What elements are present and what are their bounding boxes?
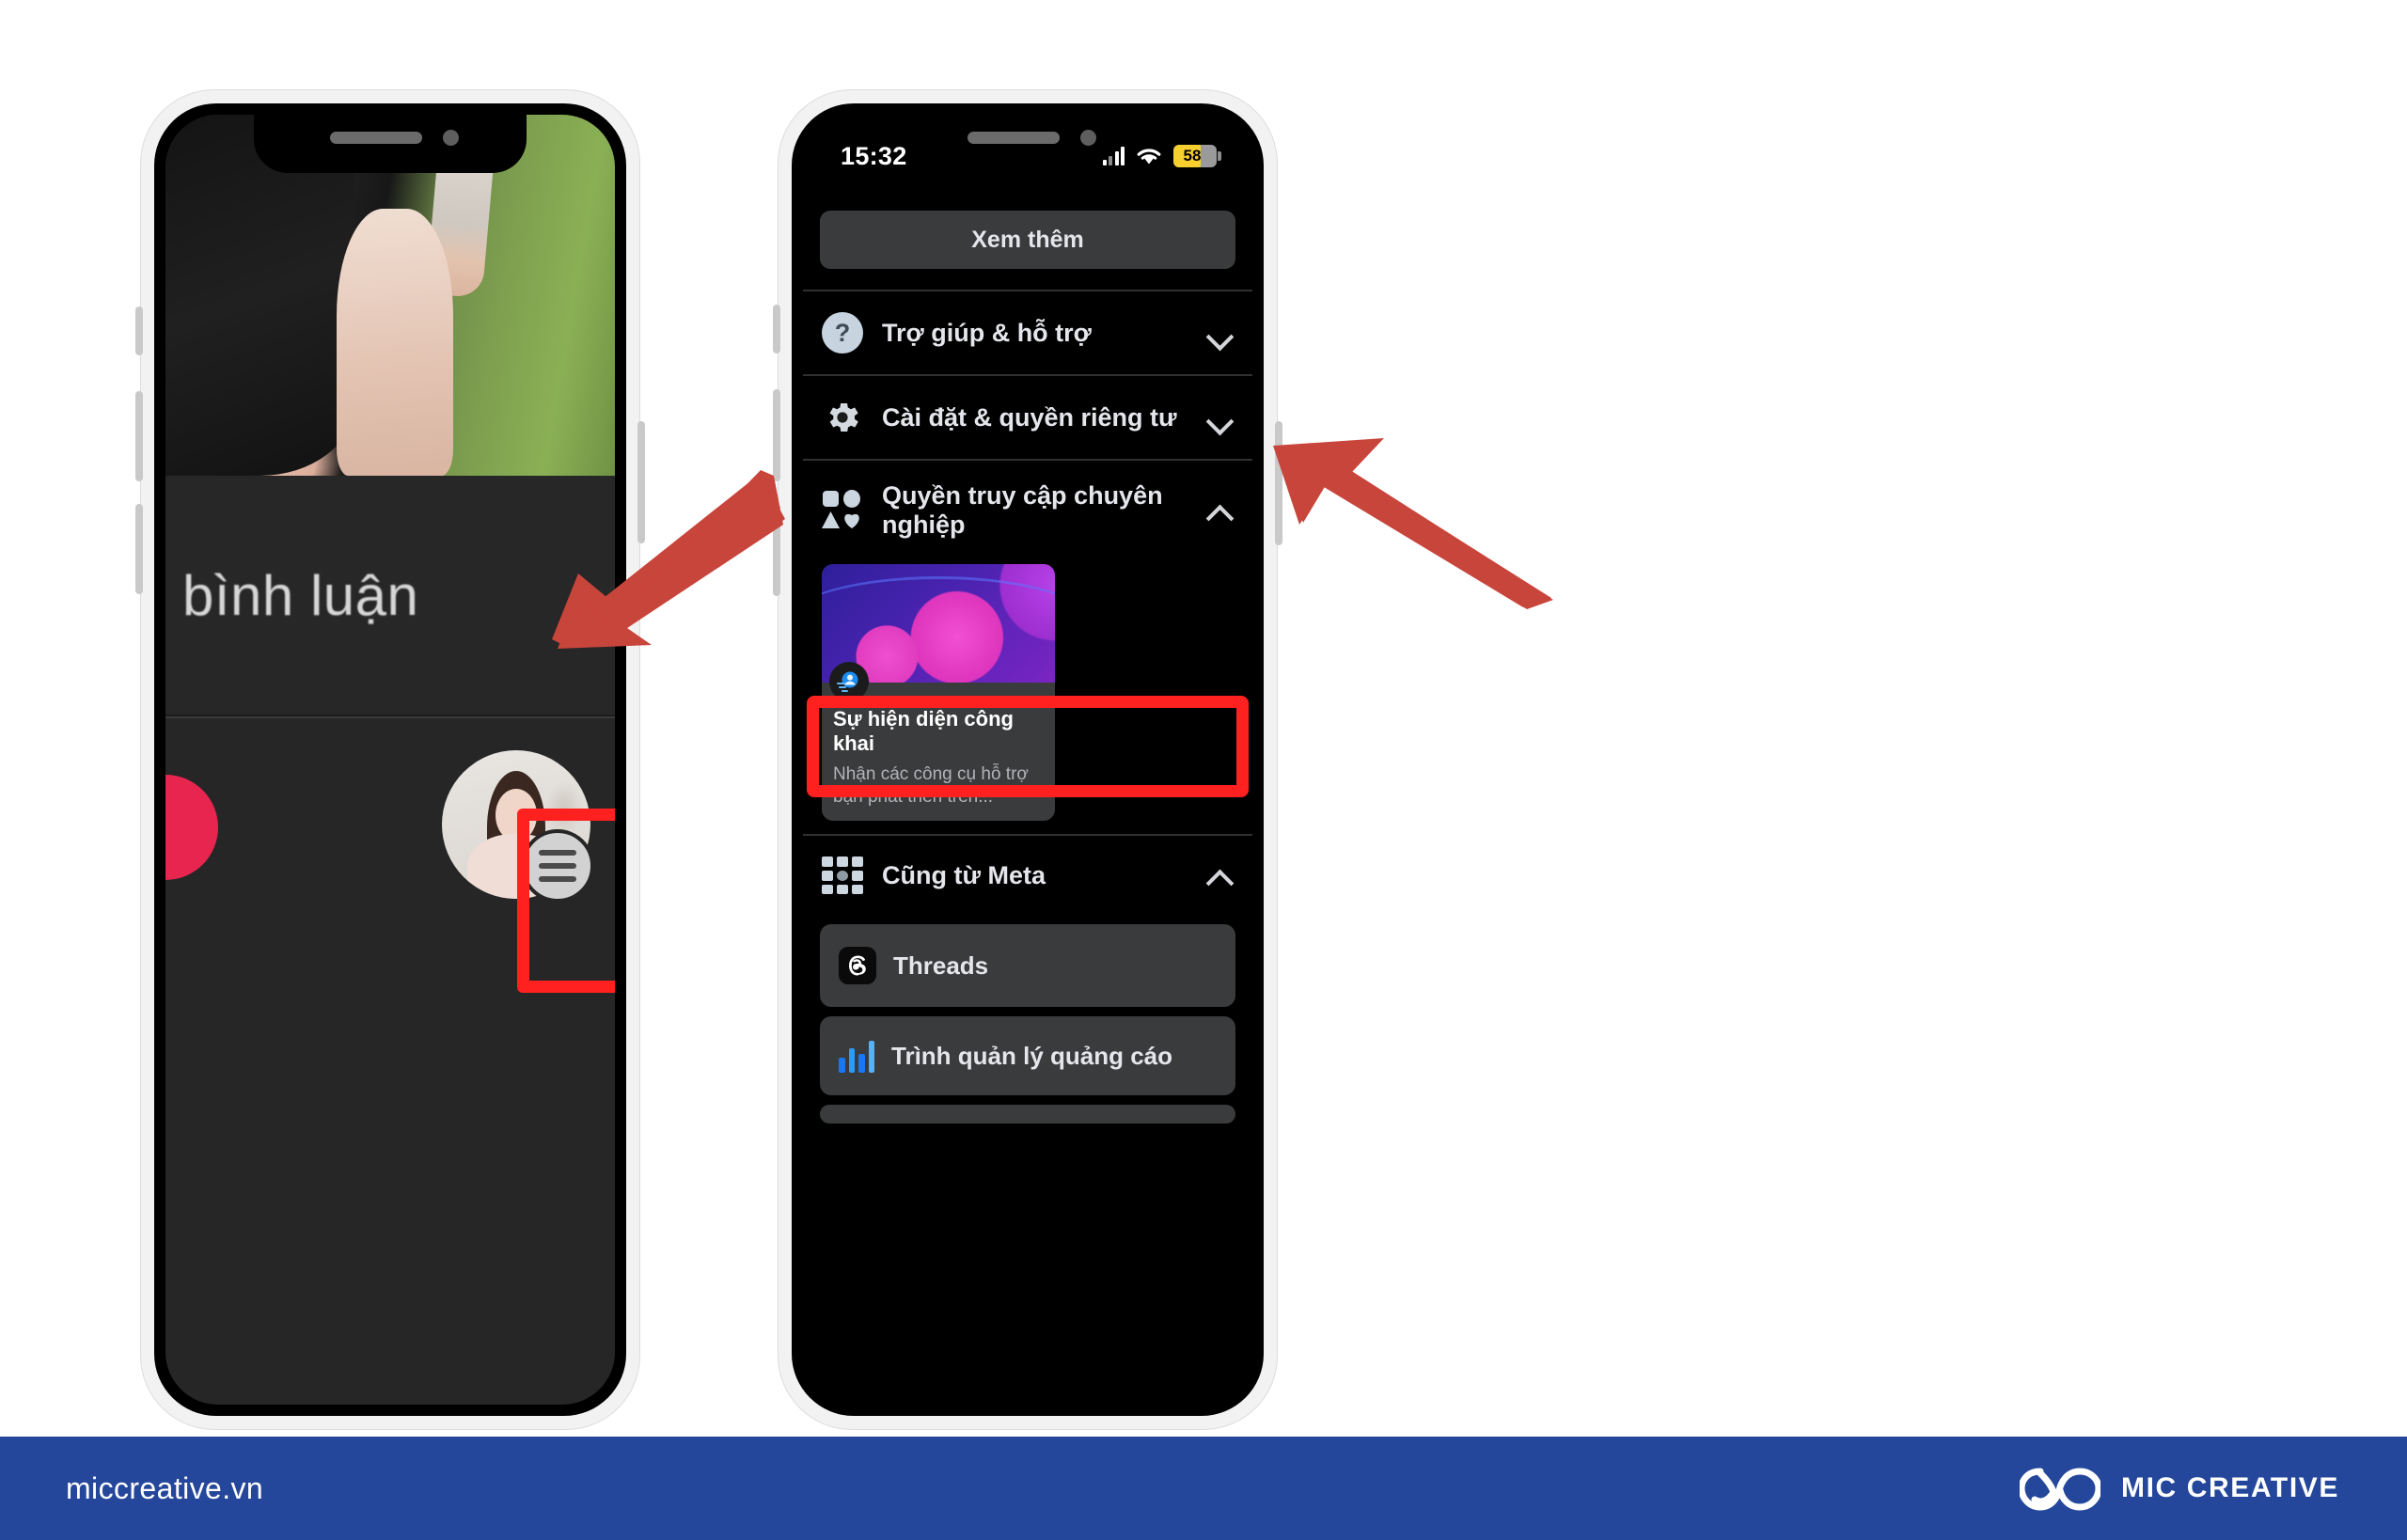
menu-scroll-area[interactable]: Xem thêm ? Trợ giúp & hỗ trợ Cài đặt & q… [803, 184, 1252, 1405]
chevron-down-icon[interactable] [1207, 321, 1232, 345]
arrow-pointing-up-left [1273, 438, 1553, 609]
menu-row-help-support[interactable]: ? Trợ giúp & hỗ trợ [803, 291, 1252, 374]
menu-row-settings-privacy[interactable]: Cài đặt & quyền riêng tư [803, 376, 1252, 459]
screenshot-canvas: bình luận 15:32 58 Xem thêm ? Trợ giúp &… [0, 0, 2407, 1540]
right-phone-mockup: 15:32 58 Xem thêm ? Trợ giúp & hỗ trợ Cà… [773, 90, 1282, 1429]
infinity-loop-logo [2020, 1468, 2101, 1511]
earpiece-speaker [330, 132, 422, 144]
menu-row-label: Trợ giúp & hỗ trợ [882, 318, 1092, 347]
promo-card-area: Sự hiện diện công khai Nhận các công cụ … [803, 560, 1252, 834]
footer-website-url: miccreative.vn [66, 1470, 264, 1505]
status-bar: 15:32 58 [803, 115, 1252, 184]
menu-row-label: Quyền truy cập chuyên nghiệp [882, 481, 1163, 539]
battery-level: 58 [1183, 147, 1202, 165]
left-phone-mute-button[interactable] [135, 306, 143, 355]
left-phone-notch [254, 103, 527, 173]
meta-app-threads[interactable]: Threads [820, 924, 1235, 1008]
menu-row-label: Cài đặt & quyền riêng tư [882, 402, 1177, 432]
app-grid-icon [822, 856, 863, 895]
chevron-up-icon[interactable] [1207, 863, 1232, 888]
menu-row-professional-access[interactable]: Quyền truy cập chuyên nghiệp [803, 461, 1252, 560]
see-more-button[interactable]: Xem thêm [820, 211, 1235, 269]
professional-shapes-icon [822, 490, 863, 531]
meta-app-label: Trình quản lý quảng cáo [891, 1041, 1173, 1070]
help-question-icon: ? [822, 312, 863, 354]
menu-row-label: Cũng từ Meta [882, 860, 1046, 889]
front-camera [443, 130, 459, 146]
highlight-box-avatar-menu [517, 809, 615, 993]
left-phone-mockup: bình luận [135, 90, 645, 1429]
status-bar-time: 15:32 [841, 141, 907, 170]
promo-card[interactable]: Sự hiện diện công khai Nhận các công cụ … [822, 564, 1055, 822]
right-phone-mute-button[interactable] [773, 305, 780, 354]
meta-app-partial-next[interactable] [820, 1105, 1235, 1124]
reel-caption-text: bình luận [182, 563, 419, 627]
left-phone-volume-down-button[interactable] [135, 504, 143, 594]
chevron-down-icon[interactable] [1207, 405, 1232, 430]
battery-icon: 58 [1173, 145, 1221, 167]
left-phone-bezel: bình luận [154, 103, 626, 1416]
footer-bar: miccreative.vn MIC CREATIVE [0, 1437, 2407, 1540]
wifi-icon [1137, 149, 1161, 165]
footer-brand: MIC CREATIVE [2020, 1464, 2339, 1513]
arrow-pointing-down-left [552, 470, 785, 649]
left-phone-volume-up-button[interactable] [135, 391, 143, 481]
signal-bars-icon [1102, 147, 1125, 165]
facebook-menu-view: 15:32 58 Xem thêm ? Trợ giúp & hỗ trợ Cà… [803, 115, 1252, 1405]
chevron-up-icon[interactable] [1207, 498, 1232, 523]
public-presence-icon [829, 662, 869, 701]
facebook-reel-view: bình luận [165, 115, 615, 1405]
right-phone-screen: 15:32 58 Xem thêm ? Trợ giúp & hỗ trợ Cà… [803, 115, 1252, 1405]
status-bar-icons: 58 [1102, 145, 1221, 167]
right-phone-volume-up-button[interactable] [773, 389, 780, 481]
ads-manager-bars-icon [839, 1039, 874, 1074]
right-phone-bezel: 15:32 58 Xem thêm ? Trợ giúp & hỗ trợ Cà… [792, 103, 1264, 1416]
footer-brand-name: MIC CREATIVE [2121, 1472, 2339, 1503]
promo-card-body: Sự hiện diện công khai Nhận các công cụ … [822, 683, 1055, 821]
promo-card-image [822, 564, 1055, 701]
meta-app-label: Threads [893, 951, 989, 980]
threads-icon [839, 947, 876, 985]
promo-card-subtitle: Nhận các công cụ hỗ trợ bạn phát triển t… [833, 763, 1029, 807]
reaction-blob [165, 775, 218, 880]
meta-app-ads-manager[interactable]: Trình quản lý quảng cáo [820, 1016, 1235, 1096]
left-phone-screen: bình luận [165, 115, 615, 1405]
menu-row-also-from-meta[interactable]: Cũng từ Meta [803, 836, 1252, 915]
promo-card-title: Sự hiện diện công khai [833, 707, 1014, 755]
gear-icon [822, 397, 863, 438]
